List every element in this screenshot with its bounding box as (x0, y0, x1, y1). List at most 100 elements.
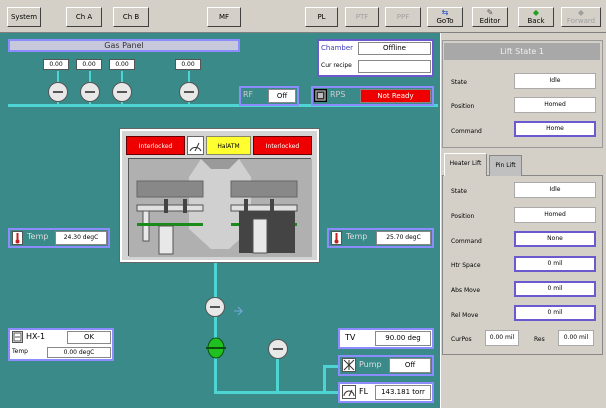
res-value: 0.00 mil (563, 334, 589, 341)
foreline-label: FL (359, 387, 369, 396)
rf-label: RF (243, 90, 254, 99)
chamber-a-label: Ch A (75, 13, 93, 21)
forward-button[interactable]: ◆ Forward (561, 7, 601, 27)
htr-space-input[interactable]: 0 mil (514, 256, 596, 272)
pump-state-value: Off (404, 361, 416, 369)
editor-icon: ✎ (486, 8, 494, 17)
chamber-label: Chamber (321, 44, 354, 52)
abs-move-input[interactable]: 0 mil (514, 281, 596, 297)
htr-space-value: 0 mil (547, 260, 563, 267)
heater-command-field[interactable]: None (514, 231, 596, 247)
pump-state-field: Off (389, 358, 431, 373)
gas-valve-4[interactable] (179, 82, 199, 102)
system-button[interactable]: System (7, 7, 41, 27)
back-button[interactable]: ◆ Back (518, 7, 554, 27)
curpos-field: 0.00 mil (485, 330, 519, 346)
lift-position-field: Homed (514, 97, 596, 113)
heater-command-value: None (547, 235, 563, 242)
pump-label: Pump (359, 360, 382, 369)
abs-move-label: Abs Move (451, 287, 481, 294)
lift-command-field[interactable]: Home (514, 121, 596, 137)
chamber-state-value: Offline (383, 44, 406, 52)
bypass-valve[interactable] (268, 339, 288, 359)
hx-temp-label: Temp (12, 348, 28, 355)
forward-label: Forward (566, 17, 596, 25)
res-field: 0.00 mil (558, 330, 594, 346)
heater-position-label: Position (451, 213, 475, 220)
lift-position-label: Position (451, 103, 475, 110)
lift-state-value: Idle (549, 77, 561, 84)
rps-label: RPS (330, 90, 346, 99)
turbo-valve-icon[interactable] (205, 337, 227, 359)
temp-left-value: 24.30 degC (63, 234, 99, 241)
ptf-label: PTF (355, 13, 369, 21)
chamber-b-button[interactable]: Ch B (113, 7, 149, 27)
pump-pipe (323, 365, 326, 393)
temp-left-field: 24.30 degC (55, 231, 107, 245)
tab-pin-lift[interactable]: Pin Lift (489, 155, 522, 176)
ppf-button[interactable]: PPF (385, 7, 421, 27)
back-label: Back (527, 17, 545, 25)
pl-label: PL (317, 13, 326, 21)
heater-command-label: Command (451, 238, 482, 245)
halatm-text: HalATM (217, 143, 240, 150)
goto-button[interactable]: ⇆ GoTo (427, 7, 463, 27)
ppf-label: PPF (396, 13, 410, 21)
res-label: Res (534, 336, 545, 343)
gas-flow-4-value: 0.00 (181, 61, 195, 68)
cur-recipe-field (358, 60, 431, 73)
mf-button[interactable]: MF (207, 7, 241, 27)
curpos-label: CurPos (451, 336, 472, 343)
cur-recipe-label: Cur recipe (321, 62, 352, 69)
pump-icon (342, 358, 356, 372)
foreline-gauge-icon (342, 385, 356, 399)
temp-right-field: 25.70 degC (376, 231, 431, 245)
rel-move-label: Rel Move (451, 312, 479, 319)
htr-space-label: Htr Space (451, 262, 481, 269)
halatm-indicator: HalATM (206, 136, 251, 155)
lift-state-header: Lift State 1 (444, 43, 600, 60)
gas-flow-1-value: 0.00 (49, 61, 63, 68)
throttle-isolation-valve[interactable] (205, 297, 225, 317)
goto-label: GoTo (436, 17, 454, 25)
gas-panel-header[interactable]: Gas Panel (8, 39, 240, 52)
rf-state-value: Off (276, 92, 288, 100)
heater-position-field: Homed (514, 207, 596, 223)
pl-button[interactable]: PL (305, 7, 338, 27)
lift-state-label: State (451, 79, 467, 86)
exhaust-line (214, 262, 217, 393)
lift-position-value: Homed (544, 101, 566, 108)
gas-flow-2: 0.00 (76, 59, 102, 70)
gas-flow-2-value: 0.00 (82, 61, 96, 68)
tab-heater-lift[interactable]: Heater Lift (444, 153, 487, 176)
thermometer-icon (12, 231, 23, 245)
goto-icon: ⇆ (441, 8, 449, 17)
heat-exchanger-icon (12, 331, 23, 343)
chamber-state-field: Offline (358, 42, 431, 55)
heater-state-label: State (451, 188, 467, 195)
lift-command-label: Command (451, 128, 482, 135)
gas-valve-2[interactable] (80, 82, 100, 102)
chamber-interior (128, 158, 312, 257)
hx-state-value: OK (83, 333, 95, 341)
interlock-left-text: Interlocked (138, 143, 173, 150)
system-label: System (10, 13, 38, 21)
ptf-button[interactable]: PTF (345, 7, 379, 27)
interlock-right: Interlocked (253, 136, 312, 155)
tv-label: TV (345, 333, 356, 342)
lift-state-title: Lift State 1 (500, 47, 544, 56)
rps-icon (314, 89, 327, 102)
gas-flow-1: 0.00 (43, 59, 69, 70)
rel-move-input[interactable]: 0 mil (514, 305, 596, 321)
gauge-icon (187, 136, 204, 155)
chamber-a-button[interactable]: Ch A (66, 7, 102, 27)
gas-valve-1[interactable] (48, 82, 68, 102)
tab-pin-lift-label: Pin Lift (495, 162, 516, 169)
lift-command-value: Home (546, 125, 564, 132)
editor-button[interactable]: ✎ Editor (472, 7, 508, 27)
tv-position-value: 90.00 deg (385, 334, 421, 342)
gas-valve-3[interactable] (112, 82, 132, 102)
back-arrow-icon: ◆ (532, 8, 540, 17)
gas-flow-3-value: 0.00 (115, 61, 129, 68)
gas-panel-title: Gas Panel (104, 41, 144, 50)
